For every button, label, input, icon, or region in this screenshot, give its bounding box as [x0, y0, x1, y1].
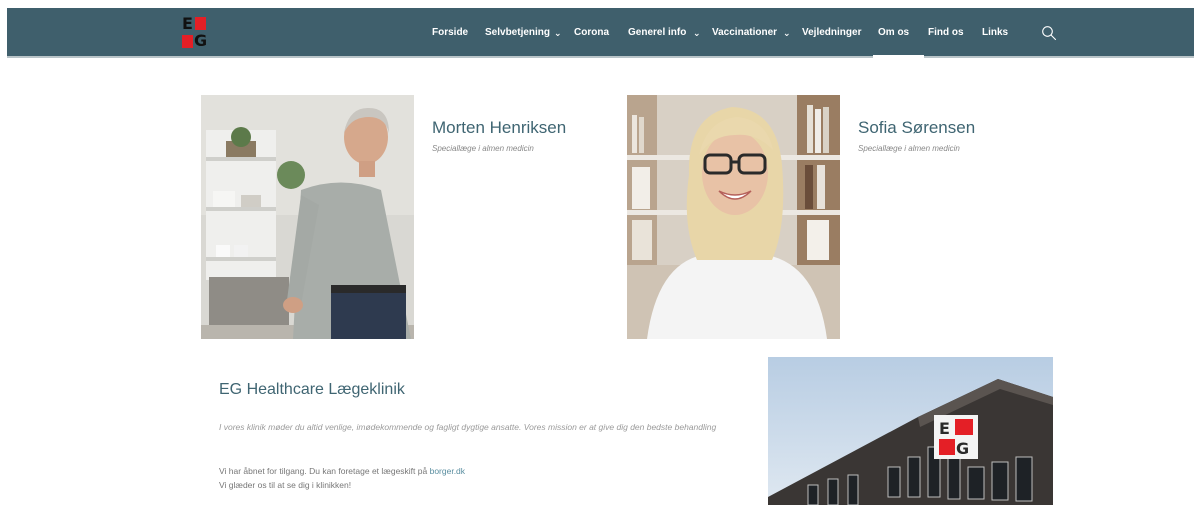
chevron-down-icon[interactable]: ⌄ [693, 26, 701, 40]
clinic-intro-text: I vores klinik møder du altid venlige, i… [219, 422, 717, 432]
nav-item-vaccinationer[interactable]: Vaccinationer [712, 25, 777, 41]
nav-item-selvbetjening[interactable]: Selvbetjening [485, 25, 550, 41]
doctor-name: Sofia Sørensen [858, 118, 976, 137]
logo-letter-g: G [194, 31, 208, 50]
clinic-info-line-1: Vi har åbnet for tilgang. Du kan foretag… [219, 466, 430, 476]
nav-item-generel-info[interactable]: Generel info [628, 25, 686, 41]
nav-item-links[interactable]: Links [982, 25, 1008, 41]
nav-item-forside[interactable]: Forside [432, 25, 468, 41]
nav-item-om-os[interactable]: Om os [878, 25, 909, 41]
chevron-down-icon[interactable]: ⌄ [554, 26, 562, 40]
building-logo-letter-e: E [939, 419, 950, 438]
nav-item-find-os[interactable]: Find os [928, 25, 964, 41]
top-navigation-bar: E G Forside Selvbetjening ⌄ Corona Gener… [7, 8, 1194, 58]
doctor-title: Speciallæge i almen medicin [858, 144, 960, 153]
clinic-info-text: Vi har åbnet for tilgang. Du kan foretag… [219, 464, 739, 492]
doctor-title: Speciallæge i almen medicin [432, 144, 534, 153]
eg-logo[interactable]: E G [182, 14, 208, 50]
logo-red-square-top [195, 17, 206, 30]
active-nav-indicator [873, 55, 924, 58]
doctor-name: Morten Henriksen [432, 118, 567, 137]
clinic-info-line-2: Vi glæder os til at se dig i klinikken! [219, 480, 352, 490]
logo-red-square-bottom [182, 35, 193, 48]
doctor-photo-morten [201, 95, 414, 339]
nav-item-vejledninger[interactable]: Vejledninger [802, 25, 861, 41]
clinic-heading: EG Healthcare Lægeklinik [219, 381, 405, 398]
nav-item-corona[interactable]: Corona [574, 25, 609, 41]
search-icon[interactable] [1041, 25, 1057, 41]
logo-letter-e: E [182, 14, 193, 33]
borger-dk-link[interactable]: borger.dk [430, 466, 465, 476]
clinic-building-photo: E G [768, 357, 1053, 505]
chevron-down-icon[interactable]: ⌄ [783, 26, 791, 40]
building-logo-letter-g: G [956, 439, 969, 458]
doctor-photo-sofia [627, 95, 840, 339]
